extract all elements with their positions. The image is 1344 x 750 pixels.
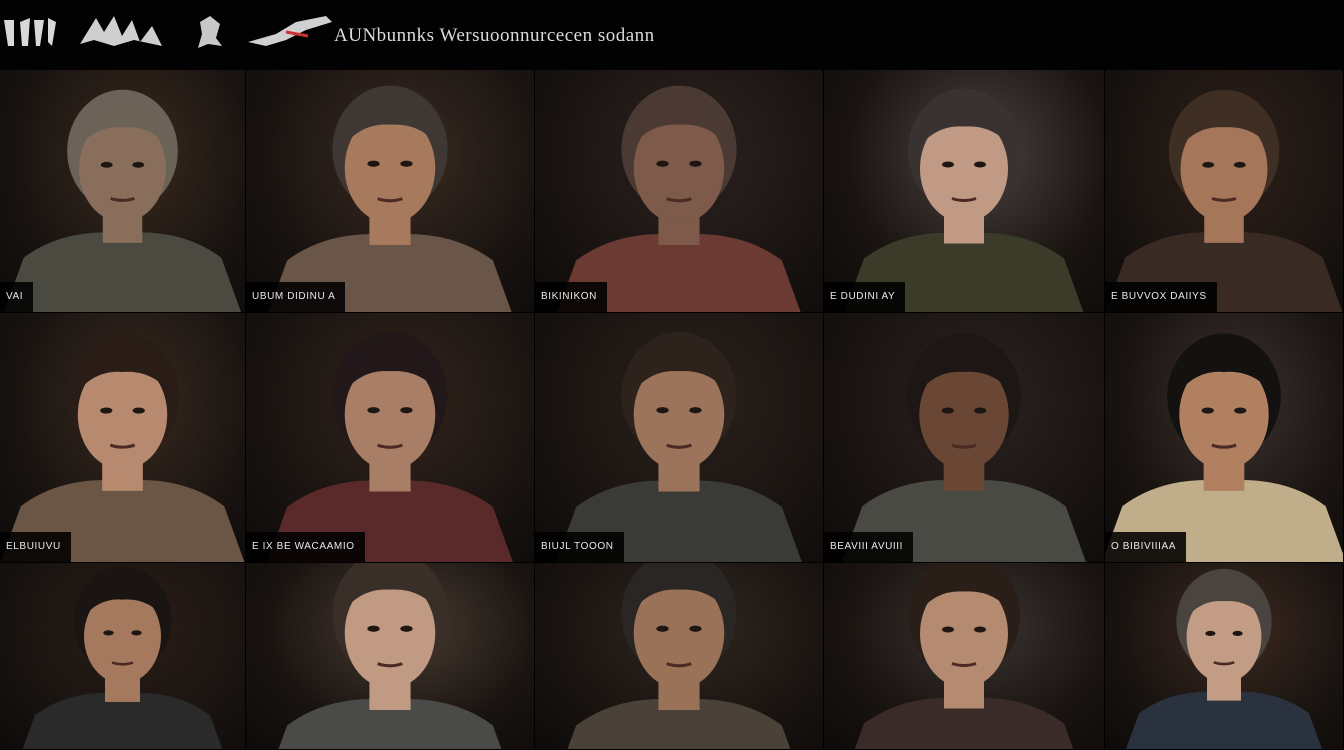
brand-logo-1-icon[interactable] [0, 12, 60, 52]
character-card[interactable]: VAI [0, 70, 245, 312]
character-name-label: UBUM DIDINU A [246, 282, 346, 312]
character-eye [132, 407, 145, 414]
character-portrait [278, 563, 502, 749]
character-portrait [844, 88, 1084, 312]
character-eye [974, 626, 986, 633]
character-eye [689, 625, 702, 632]
character-eye [400, 160, 413, 167]
character-card[interactable] [246, 563, 534, 749]
character-eye [656, 160, 669, 167]
character-portrait [3, 89, 242, 312]
character-portrait [854, 563, 1074, 749]
character-portrait [1126, 568, 1322, 749]
character-eye [400, 407, 413, 414]
character-card[interactable] [535, 563, 823, 749]
character-card[interactable] [1105, 563, 1343, 749]
character-outfit [3, 232, 242, 312]
character-name-label: ELBUIUVU [0, 532, 71, 562]
character-card[interactable]: E DUDINI AY [824, 70, 1104, 312]
character-card[interactable]: E BUVVOX DAIIYS [1105, 70, 1343, 312]
character-name-label: E IX BE WACAAMIO [246, 532, 365, 562]
character-eye [941, 407, 954, 414]
character-eye [100, 161, 113, 168]
brand-logo-4-icon[interactable] [246, 12, 336, 52]
character-eye [974, 407, 987, 414]
character-grid: VAI UBUM DIDINU A BIKINIKON E DUDINI AY E BU… [0, 70, 1344, 750]
character-card[interactable] [824, 563, 1104, 749]
character-eye [942, 161, 954, 168]
character-portrait [557, 85, 801, 312]
character-portrait [267, 332, 513, 562]
character-card[interactable]: BIUJL TOOON [535, 313, 823, 562]
character-eye [400, 625, 413, 632]
character-eye [1202, 161, 1215, 168]
page-title: AUNbunnks Wersuoonnurcecen sodann [334, 25, 655, 46]
character-name-label: O BIBIVIIIAA [1105, 532, 1186, 562]
character-card[interactable] [0, 563, 245, 749]
brand-logo-2-icon[interactable] [74, 12, 166, 52]
character-eye [1201, 407, 1214, 414]
character-card[interactable]: BEAVIII AVUIII [824, 313, 1104, 562]
character-card[interactable]: E IX BE WACAAMIO [246, 313, 534, 562]
character-portrait [0, 333, 245, 562]
character-eye [1232, 630, 1243, 637]
top-bar: AUNbunnks Wersuoonnurcecen sodann [0, 0, 1344, 70]
character-eye [132, 161, 145, 168]
character-eye [656, 625, 669, 632]
character-name-label: BEAVIII AVUIII [824, 532, 914, 562]
character-eye [1205, 630, 1216, 637]
character-name-label: E DUDINI AY [824, 282, 906, 312]
character-eye [103, 630, 114, 636]
character-portrait [567, 563, 791, 749]
character-eye [689, 160, 702, 167]
character-name-label: E BUVVOX DAIIYS [1105, 282, 1217, 312]
character-name-label: BIUJL TOOON [535, 532, 624, 562]
character-eye [1234, 407, 1247, 414]
character-card[interactable]: ELBUIUVU [0, 313, 245, 562]
character-portrait [556, 332, 802, 562]
brand-logo-3-icon[interactable] [192, 12, 228, 52]
character-eye [367, 625, 380, 632]
character-name-label: VAI [0, 282, 34, 312]
character-eye [100, 407, 113, 414]
character-eye [656, 407, 669, 414]
character-name-label: BIKINIKON [535, 282, 607, 312]
character-portrait [1105, 333, 1343, 562]
character-card[interactable]: BIKINIKON [535, 70, 823, 312]
character-card[interactable]: O BIBIVIIIAA [1105, 313, 1343, 562]
character-card[interactable]: UBUM DIDINU A [246, 70, 534, 312]
character-eye [942, 626, 954, 633]
character-portrait [22, 566, 223, 749]
character-eye [367, 407, 380, 414]
character-portrait [268, 85, 512, 312]
character-eye [1233, 161, 1246, 168]
character-eye [367, 160, 380, 167]
character-portrait [1105, 89, 1343, 312]
character-portrait [842, 333, 1086, 562]
character-eye [131, 630, 142, 636]
character-eye [974, 161, 986, 168]
character-eye [689, 407, 702, 414]
